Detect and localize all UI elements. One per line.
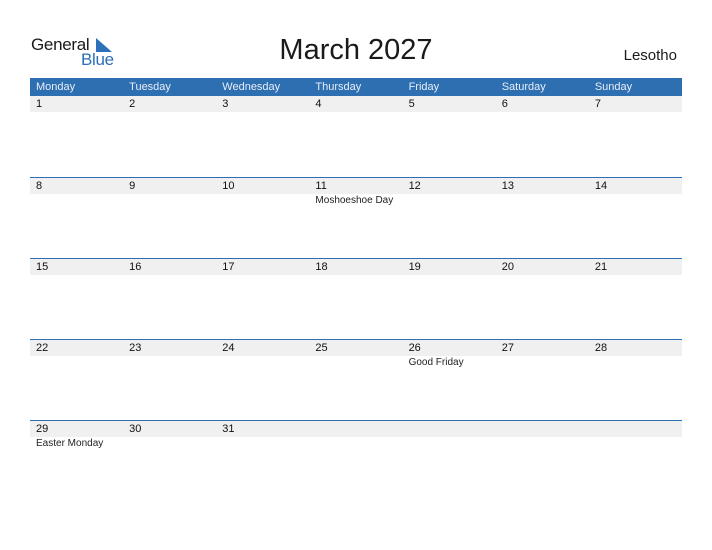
day-number: 21 bbox=[594, 261, 608, 273]
holiday-label bbox=[216, 356, 309, 370]
day-number bbox=[309, 421, 402, 437]
holiday-label bbox=[309, 356, 402, 370]
week-row: 29 30 31 Easter Monday bbox=[30, 420, 682, 501]
weeks-container: 1 2 3 4 5 6 7 8 9 10 11 12 13 14 Moshoeshoe Day 15 16 17 1… bbox=[30, 96, 682, 501]
holiday-label: Good Friday bbox=[408, 357, 464, 368]
day-number: 25 bbox=[315, 342, 328, 354]
holiday-label bbox=[123, 356, 216, 370]
date-number-row: 1 2 3 4 5 6 7 bbox=[30, 96, 682, 112]
day-number: 26 bbox=[408, 342, 421, 354]
holiday-label bbox=[589, 356, 682, 370]
holiday-label bbox=[309, 437, 402, 451]
day-number: 14 bbox=[594, 180, 608, 192]
holiday-label bbox=[216, 194, 309, 208]
day-number: 20 bbox=[501, 261, 514, 273]
holiday-label bbox=[216, 437, 309, 451]
day-number: 2 bbox=[129, 98, 136, 110]
calendar-grid: Monday Tuesday Wednesday Thursday Friday… bbox=[30, 78, 682, 501]
calendar-title: March 2027 bbox=[279, 34, 433, 66]
day-number bbox=[496, 421, 589, 437]
day-number: 1 bbox=[36, 98, 43, 110]
country-label: Lesotho bbox=[623, 47, 677, 64]
weekday-tuesday: Tuesday bbox=[129, 81, 171, 93]
day-number: 29 bbox=[36, 423, 49, 435]
day-number: 12 bbox=[408, 180, 421, 192]
holiday-label bbox=[403, 194, 496, 208]
holiday-label bbox=[123, 437, 216, 451]
day-number bbox=[403, 421, 496, 437]
weekday-thursday: Thursday bbox=[315, 81, 362, 93]
weekday-sunday: Sunday bbox=[594, 81, 633, 93]
week-row: 1 2 3 4 5 6 7 bbox=[30, 96, 682, 177]
weekday-monday: Monday bbox=[36, 81, 76, 93]
day-number: 16 bbox=[129, 261, 142, 273]
day-number: 4 bbox=[315, 98, 322, 110]
day-number: 17 bbox=[222, 261, 235, 273]
week-row: 22 23 24 25 26 27 28 Good Friday bbox=[30, 339, 682, 420]
day-number: 23 bbox=[129, 342, 142, 354]
day-number: 24 bbox=[222, 342, 235, 354]
day-number: 10 bbox=[222, 180, 235, 192]
day-number: 9 bbox=[129, 180, 136, 192]
week-row: 8 9 10 11 12 13 14 Moshoeshoe Day bbox=[30, 177, 682, 258]
day-number: 28 bbox=[594, 342, 608, 354]
holiday-label bbox=[589, 194, 682, 208]
day-number: 18 bbox=[315, 261, 328, 273]
holiday-label bbox=[123, 194, 216, 208]
day-number: 30 bbox=[129, 423, 142, 435]
weekday-friday: Friday bbox=[408, 81, 440, 93]
holiday-label: Moshoeshoe Day bbox=[315, 195, 394, 206]
event-row: Good Friday bbox=[30, 356, 682, 370]
day-number: 6 bbox=[501, 98, 508, 110]
weekday-header: Monday Tuesday Wednesday Thursday Friday… bbox=[30, 78, 682, 96]
weekday-wednesday: Wednesday bbox=[222, 81, 281, 93]
day-number: 8 bbox=[36, 180, 43, 192]
holiday-label bbox=[30, 194, 123, 208]
day-number: 11 bbox=[315, 180, 327, 192]
day-number: 22 bbox=[36, 342, 49, 354]
day-number: 13 bbox=[501, 180, 514, 192]
date-number-row: 22 23 24 25 26 27 28 bbox=[30, 340, 682, 356]
date-number-row: 8 9 10 11 12 13 14 bbox=[30, 178, 682, 194]
weekday-saturday: Saturday bbox=[501, 81, 546, 93]
event-row: Moshoeshoe Day bbox=[30, 194, 682, 208]
day-number: 31 bbox=[222, 423, 235, 435]
day-number: 5 bbox=[408, 98, 415, 110]
holiday-label bbox=[496, 356, 589, 370]
date-number-row: 15 16 17 18 19 20 21 bbox=[30, 259, 682, 275]
holiday-label bbox=[496, 437, 589, 451]
day-number: 27 bbox=[501, 342, 514, 354]
day-number bbox=[589, 421, 682, 437]
event-row: Easter Monday bbox=[30, 437, 682, 451]
day-number: 3 bbox=[222, 98, 229, 110]
day-number: 15 bbox=[36, 261, 49, 273]
day-number: 7 bbox=[594, 98, 601, 110]
holiday-label bbox=[403, 437, 496, 451]
holiday-label bbox=[589, 437, 682, 451]
week-row: 15 16 17 18 19 20 21 bbox=[30, 258, 682, 339]
holiday-label: Easter Monday bbox=[36, 438, 104, 449]
day-number: 19 bbox=[408, 261, 421, 273]
date-number-row: 29 30 31 bbox=[30, 421, 682, 437]
holiday-label bbox=[30, 356, 123, 370]
holiday-label bbox=[496, 194, 589, 208]
